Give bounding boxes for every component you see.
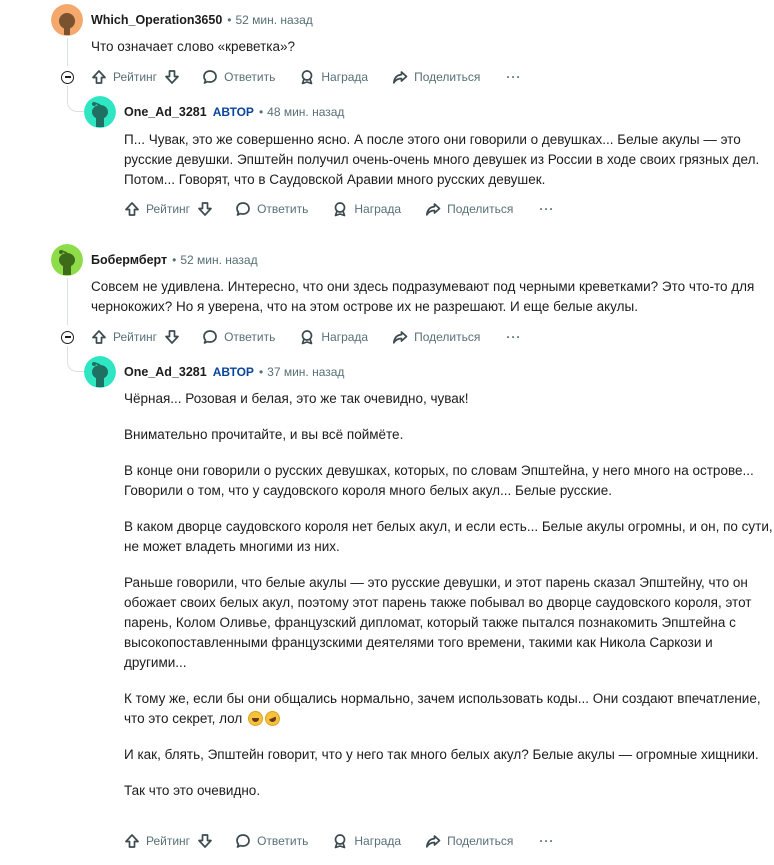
- avatar[interactable]: [51, 244, 83, 276]
- comment-paragraph: Раньше говорили, что белые акулы — это р…: [124, 575, 752, 670]
- timestamp[interactable]: 48 мин. назад: [267, 105, 344, 119]
- rating-label: Рейтинг: [146, 202, 191, 216]
- collapse-thread-button[interactable]: [61, 71, 74, 84]
- comment-actions: Рейтинг Ответить Награда Поделиться ···: [91, 325, 521, 349]
- share-icon: [426, 835, 441, 848]
- share-icon: [426, 203, 441, 216]
- thread-connector: [67, 86, 84, 112]
- reply-button[interactable]: Ответить: [202, 69, 275, 85]
- vote-group: Рейтинг: [91, 69, 180, 85]
- reply-button[interactable]: Ответить: [235, 201, 308, 217]
- author-name[interactable]: One_Ad_3281: [124, 105, 207, 119]
- rating-label: Рейтинг: [146, 834, 191, 848]
- thread-line: [67, 38, 68, 66]
- award-button[interactable]: Награда: [299, 69, 368, 85]
- upvote-button[interactable]: Рейтинг: [91, 329, 157, 345]
- downvote-icon: [165, 330, 179, 344]
- vote-group: Рейтинг: [91, 329, 180, 345]
- share-icon: [393, 71, 408, 84]
- share-button[interactable]: Поделиться: [392, 69, 480, 85]
- downvote-button[interactable]: [164, 329, 180, 345]
- more-options-button[interactable]: ···: [506, 70, 521, 84]
- comment-bubble-icon: [203, 70, 217, 84]
- award-button[interactable]: Награда: [299, 329, 368, 345]
- comment-paragraph: Так что это очевидно.: [124, 783, 261, 798]
- award-button[interactable]: Награда: [332, 833, 401, 849]
- reply-button[interactable]: Ответить: [202, 329, 275, 345]
- more-options-button[interactable]: ···: [506, 330, 521, 344]
- collapse-thread-button[interactable]: [61, 331, 74, 344]
- award-icon: [302, 70, 313, 85]
- upvote-icon: [92, 330, 106, 344]
- rating-label: Рейтинг: [113, 330, 158, 344]
- more-options-button[interactable]: ···: [539, 202, 554, 216]
- avatar[interactable]: [84, 96, 116, 128]
- op-badge: АВТОР: [212, 105, 254, 119]
- op-badge: АВТОР: [212, 365, 254, 379]
- comment-bubble-icon: [236, 202, 250, 216]
- comment-body: П... Чувак, это же совершенно ясно. А по…: [124, 130, 764, 190]
- upvote-icon: [125, 202, 139, 216]
- downvote-icon: [198, 834, 212, 848]
- downvote-button[interactable]: [197, 833, 213, 849]
- comment-text: Что означает слово «креветка»?: [91, 39, 296, 54]
- comment-actions: Рейтинг Ответить Награда Поделиться ···: [124, 197, 554, 221]
- comment-text: П... Чувак, это же совершенно ясно. А по…: [124, 132, 760, 187]
- upvote-button[interactable]: Рейтинг: [124, 833, 190, 849]
- grinning-squinting-face-icon: [248, 711, 264, 726]
- award-icon: [335, 202, 346, 217]
- comment-actions: Рейтинг Ответить Награда Поделиться ···: [91, 65, 521, 89]
- share-button[interactable]: Поделиться: [425, 201, 513, 217]
- comment-paragraph: И как, блять, Эпштейн говорит, что у нег…: [124, 747, 759, 762]
- share-icon: [393, 331, 408, 344]
- comment-meta: One_Ad_3281 АВТОР • 48 мин. назад: [124, 105, 345, 119]
- author-name[interactable]: One_Ad_3281: [124, 365, 207, 379]
- share-button[interactable]: Поделиться: [392, 329, 480, 345]
- comment-text: Совсем не удивлена. Интересно, что они з…: [91, 279, 755, 314]
- timestamp[interactable]: 52 мин. назад: [180, 253, 257, 267]
- comment-paragraph: К тому же, если бы они общались нормальн…: [124, 689, 774, 729]
- more-options-button[interactable]: ···: [539, 834, 554, 848]
- downvote-icon: [198, 202, 212, 216]
- upvote-button[interactable]: Рейтинг: [124, 201, 190, 217]
- avatar[interactable]: [84, 356, 116, 388]
- comment-paragraph: Чёрная... Розовая и белая, это же так оч…: [124, 391, 469, 406]
- comment-bubble-icon: [203, 330, 217, 344]
- award-icon: [335, 834, 346, 849]
- award-icon: [302, 330, 313, 345]
- comment-bubble-icon: [236, 834, 250, 848]
- comment-body: Чёрная... Розовая и белая, это же так оч…: [124, 389, 774, 801]
- comment-actions: Рейтинг Ответить Награда Поделиться ···: [124, 829, 554, 853]
- comment-body: Что означает слово «креветка»?: [91, 37, 761, 57]
- comment-paragraph: В каком дворце саудовского короля нет бе…: [124, 519, 773, 554]
- upvote-icon: [125, 834, 139, 848]
- author-name[interactable]: Бобермберт: [91, 253, 167, 267]
- timestamp[interactable]: 37 мин. назад: [267, 365, 344, 379]
- reply-button[interactable]: Ответить: [235, 833, 308, 849]
- comment-meta: Бобермберт • 52 мин. назад: [91, 253, 258, 267]
- thread-line: [67, 278, 68, 325]
- downvote-button[interactable]: [164, 69, 180, 85]
- timestamp[interactable]: 52 мин. назад: [236, 13, 313, 27]
- vote-group: Рейтинг: [124, 833, 213, 849]
- comment-meta: Which_Operation3650 • 52 мин. назад: [91, 13, 313, 27]
- share-button[interactable]: Поделиться: [425, 833, 513, 849]
- rolling-laughing-face-icon: [262, 708, 283, 729]
- thread-connector: [67, 346, 84, 372]
- comment-meta: One_Ad_3281 АВТОР • 37 мин. назад: [124, 365, 345, 379]
- award-button[interactable]: Награда: [332, 201, 401, 217]
- comment-body: Совсем не удивлена. Интересно, что они з…: [91, 277, 774, 317]
- avatar[interactable]: [51, 4, 83, 36]
- comment-paragraph: Внимательно прочитайте, и вы всё поймёте…: [124, 427, 404, 442]
- upvote-icon: [92, 70, 106, 84]
- comment-paragraph-text: К тому же, если бы они общались нормальн…: [124, 691, 761, 726]
- vote-group: Рейтинг: [124, 201, 213, 217]
- comment-paragraph: В конце они говорили о русских девушках,…: [124, 463, 754, 498]
- upvote-button[interactable]: Рейтинг: [91, 69, 157, 85]
- downvote-icon: [165, 70, 179, 84]
- author-name[interactable]: Which_Operation3650: [91, 13, 222, 27]
- rating-label: Рейтинг: [113, 70, 158, 84]
- downvote-button[interactable]: [197, 201, 213, 217]
